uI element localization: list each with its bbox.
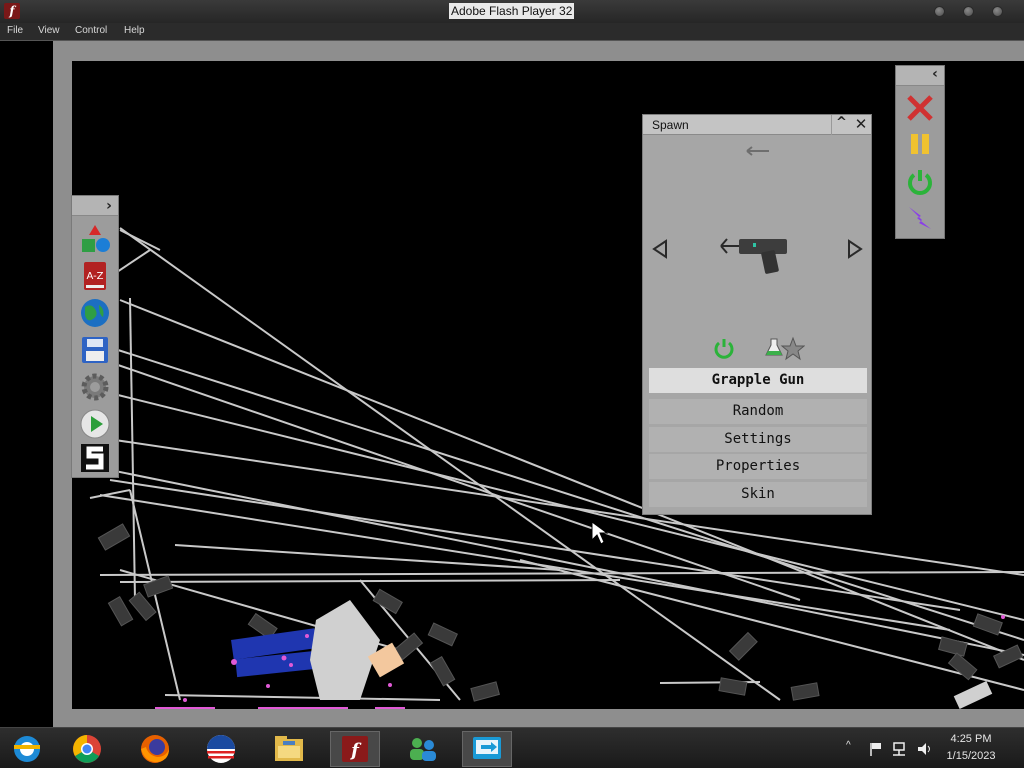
close-window-button[interactable]	[992, 6, 1003, 17]
spawn-properties-button[interactable]: Properties	[649, 454, 867, 479]
spawn-panel-title: Spawn	[652, 118, 689, 132]
tray-icons	[870, 742, 930, 756]
grapple-direction-icon	[746, 146, 769, 156]
file-explorer-icon[interactable]	[264, 731, 314, 767]
taskbar: f ^ 4:25 PM 1/15/2023	[0, 727, 1024, 768]
right-toolbar: ‹	[895, 65, 945, 239]
minimize-button[interactable]	[934, 6, 945, 17]
chevron-left-icon[interactable]: ‹	[926, 66, 944, 86]
screen: f Adobe Flash Player 32 File View Contro…	[0, 0, 1024, 768]
mouse-cursor	[591, 521, 609, 545]
menu-view[interactable]: View	[38, 25, 60, 36]
spawn-panel-header[interactable]: Spawn ^ ✕	[643, 115, 871, 135]
maximize-button[interactable]	[963, 6, 974, 17]
menu-help[interactable]: Help	[124, 25, 145, 36]
svg-text:A-Z: A-Z	[86, 271, 103, 282]
spawn-settings-button[interactable]: Settings	[649, 427, 867, 452]
chrome-icon[interactable]	[62, 731, 112, 767]
chevron-right-icon[interactable]: ›	[100, 196, 118, 216]
ragdoll	[231, 600, 993, 709]
letterbox-left	[0, 41, 53, 727]
right-toolbar-header: ‹	[896, 66, 944, 86]
remote-desktop-icon[interactable]	[462, 731, 512, 767]
spawn-skin-button[interactable]: Skin	[649, 482, 867, 507]
flask-star-icon[interactable]	[765, 335, 805, 361]
firefox-icon[interactable]	[130, 731, 180, 767]
menu-bar: File View Control Help	[0, 23, 1024, 41]
window-title: Adobe Flash Player 32	[449, 3, 575, 19]
grapple-gun-preview-icon	[720, 238, 787, 274]
pause-icon[interactable]	[905, 130, 935, 160]
left-toolbar: › A-Z	[71, 195, 119, 478]
left-toolbar-header: ›	[72, 196, 118, 216]
window-titlebar[interactable]: f Adobe Flash Player 32	[0, 0, 1024, 23]
flag-icon	[870, 743, 881, 756]
spawn-random-button[interactable]: Random	[649, 399, 867, 424]
play-icon[interactable]	[79, 408, 111, 440]
collapse-icon[interactable]: ^	[831, 115, 851, 135]
next-item-arrow-icon[interactable]	[846, 239, 864, 259]
obama-logo-icon[interactable]	[196, 731, 246, 767]
ie-icon[interactable]	[2, 731, 52, 767]
previous-item-arrow-icon[interactable]	[651, 239, 669, 259]
spawn-close-button[interactable]: ✕	[851, 115, 871, 135]
save-disk-icon[interactable]	[79, 334, 111, 366]
a-z-book-icon[interactable]: A-Z	[79, 260, 111, 292]
flash-player-icon[interactable]: f	[330, 731, 380, 767]
lightning-icon[interactable]	[905, 203, 935, 233]
scene-canvas	[89, 227, 1024, 709]
network-icon	[893, 742, 905, 756]
gear-icon[interactable]	[79, 371, 111, 403]
menu-control[interactable]: Control	[75, 25, 107, 36]
s-logo-icon[interactable]	[79, 442, 111, 474]
menu-file[interactable]: File	[7, 25, 23, 36]
clock-time[interactable]: 4:25 PM	[936, 733, 1006, 745]
spawn-panel: Spawn ^ ✕ Grapple Gun Random Settings Pr…	[642, 114, 872, 515]
clock-date[interactable]: 1/15/2023	[936, 750, 1006, 762]
tray-expand-icon[interactable]: ^	[846, 740, 851, 751]
spawn-power-icon[interactable]	[713, 337, 735, 359]
globe-icon[interactable]	[79, 297, 111, 329]
close-x-icon[interactable]	[905, 93, 935, 123]
people-icon[interactable]	[398, 731, 448, 767]
grapple-ropes	[89, 227, 1024, 701]
game-stage[interactable]	[72, 61, 1024, 709]
selected-item-grapple-gun[interactable]: Grapple Gun	[649, 368, 867, 393]
shapes-icon[interactable]	[79, 223, 111, 255]
power-icon[interactable]	[905, 167, 935, 197]
volume-icon	[918, 743, 930, 755]
flash-app-icon: f	[4, 3, 20, 19]
